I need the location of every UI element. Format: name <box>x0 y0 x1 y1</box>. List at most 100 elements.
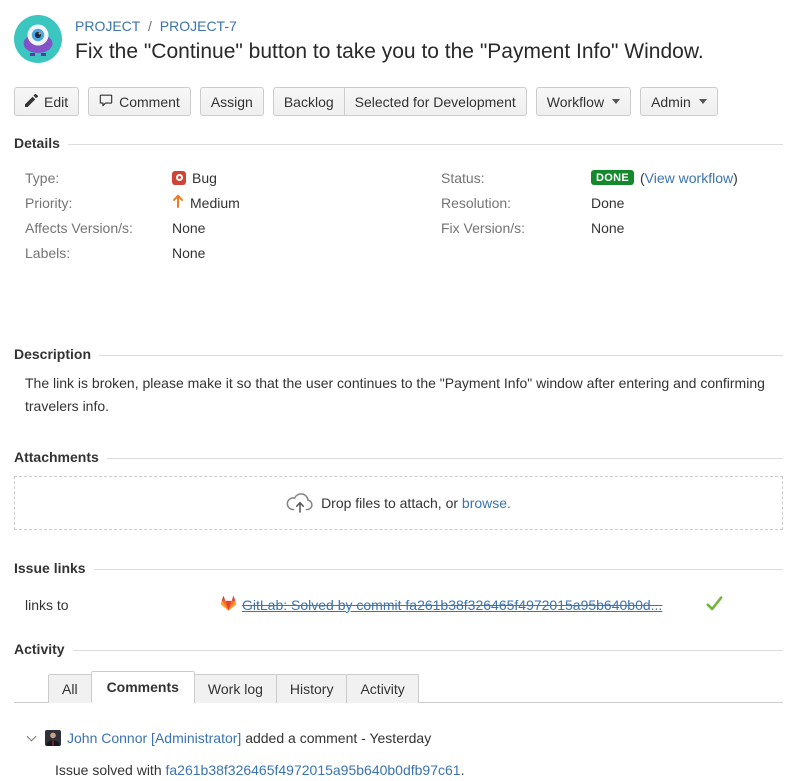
attachments-section: Attachments Drop files to attach, or bro… <box>14 449 783 530</box>
comment-meta: John Connor [Administrator] added a comm… <box>67 730 431 746</box>
section-rule <box>99 355 783 356</box>
activity-section-head: Activity <box>14 641 783 657</box>
edit-button[interactable]: Edit <box>14 87 79 116</box>
bug-icon <box>172 171 186 185</box>
view-workflow-link[interactable]: View workflow <box>645 170 733 186</box>
speech-bubble-icon <box>99 93 113 110</box>
workflow-button-label: Workflow <box>547 94 604 110</box>
collapse-chevron-icon[interactable] <box>27 731 37 741</box>
drop-files-text: Drop files to attach, or <box>321 495 458 511</box>
breadcrumb: PROJECT / PROJECT-7 <box>75 18 704 34</box>
details-heading: Details <box>14 135 60 151</box>
gitlab-link-wrap: GitLab: Solved by commit fa261b38f326465… <box>220 595 662 614</box>
admin-button-label: Admin <box>651 94 691 110</box>
issue-links-section-head: Issue links <box>14 560 783 576</box>
attachments-section-head: Attachments <box>14 449 783 465</box>
edit-button-label: Edit <box>44 94 68 110</box>
resolved-check-icon <box>706 596 723 614</box>
labels-row: Labels: None <box>14 240 430 265</box>
attachments-heading: Attachments <box>14 449 99 465</box>
tab-activity[interactable]: Activity <box>346 674 418 703</box>
details-grid: Type: Bug Priority: Medium <box>14 165 783 265</box>
backlog-button-label: Backlog <box>284 94 334 110</box>
labels-label: Labels: <box>25 245 172 261</box>
activity-tabs: All Comments Work log History Activity <box>14 670 783 703</box>
status-row: Status: DONE (View workflow) <box>430 165 783 190</box>
priority-medium-arrow-icon <box>172 194 184 211</box>
resolution-value: Done <box>591 195 624 211</box>
link-relation-label: links to <box>25 597 220 613</box>
priority-value: Medium <box>172 194 240 211</box>
toolbar: Edit Comment Assign Backlog Selected for… <box>14 87 783 116</box>
workflow-dropdown-button[interactable]: Workflow <box>536 87 631 116</box>
affects-version-row: Affects Version/s: None <box>14 215 430 240</box>
description-section: Description The link is broken, please m… <box>14 346 783 418</box>
header-text: PROJECT / PROJECT-7 Fix the "Continue" b… <box>75 15 704 64</box>
details-spacer <box>14 265 783 327</box>
priority-label: Priority: <box>25 195 172 211</box>
section-rule <box>107 458 783 459</box>
project-avatar-icon <box>14 15 62 63</box>
comment-body-suffix: . <box>461 762 465 778</box>
labels-value: None <box>172 245 205 261</box>
tab-work-log[interactable]: Work log <box>194 674 277 703</box>
priority-value-text: Medium <box>190 195 240 211</box>
issue-links-heading: Issue links <box>14 560 86 576</box>
comment-author-link[interactable]: John Connor [Administrator] <box>67 730 241 746</box>
issue-link-row: links to GitLab: Solved by commit fa261b… <box>14 595 783 614</box>
tab-all[interactable]: All <box>48 674 92 703</box>
user-avatar <box>45 730 61 746</box>
tab-comments[interactable]: Comments <box>91 671 195 703</box>
resolution-row: Resolution: Done <box>430 190 783 215</box>
section-rule <box>94 569 783 570</box>
pencil-icon <box>25 94 38 110</box>
status-badge: DONE <box>591 170 634 185</box>
activity-heading: Activity <box>14 641 65 657</box>
browse-link[interactable]: browse. <box>462 495 511 511</box>
affects-version-label: Affects Version/s: <box>25 220 172 236</box>
fix-version-label: Fix Version/s: <box>441 220 591 236</box>
admin-dropdown-button[interactable]: Admin <box>640 87 718 116</box>
commit-hash-link[interactable]: fa261b38f326465f4972015a95b640b0dfb97c61 <box>166 762 461 778</box>
assign-button-label: Assign <box>211 94 253 110</box>
status-value: DONE (View workflow) <box>591 170 738 186</box>
gitlab-commit-link[interactable]: GitLab: Solved by commit fa261b38f326465… <box>242 597 662 613</box>
issue-page: PROJECT / PROJECT-7 Fix the "Continue" b… <box>0 15 797 781</box>
fix-version-value: None <box>591 220 624 236</box>
type-label: Type: <box>25 170 172 186</box>
details-right-column: Status: DONE (View workflow) Resolution:… <box>430 165 783 265</box>
workflow-transition-group: Backlog Selected for Development <box>273 87 527 116</box>
affects-version-value: None <box>172 220 205 236</box>
paren-close: ) <box>733 170 738 186</box>
breadcrumb-project-link[interactable]: PROJECT <box>75 18 140 34</box>
details-section: Details Type: Bug Priority: <box>14 135 783 327</box>
backlog-button[interactable]: Backlog <box>273 87 345 116</box>
resolution-label: Resolution: <box>441 195 591 211</box>
tab-history[interactable]: History <box>276 674 348 703</box>
issue-title: Fix the "Continue" button to take you to… <box>75 40 704 64</box>
description-text: The link is broken, please make it so th… <box>14 372 782 418</box>
assign-button[interactable]: Assign <box>200 87 264 116</box>
section-rule <box>68 144 783 145</box>
comment-button[interactable]: Comment <box>88 87 191 116</box>
comment-body: Issue solved with fa261b38f326465f497201… <box>14 760 783 781</box>
section-rule <box>73 650 783 651</box>
priority-row: Priority: Medium <box>14 190 430 215</box>
comment-action-text: added a comment - Yesterday <box>245 730 431 746</box>
comment-button-label: Comment <box>119 94 180 110</box>
description-heading: Description <box>14 346 91 362</box>
upload-cloud-icon <box>286 491 313 516</box>
selected-for-development-label: Selected for Development <box>355 94 516 110</box>
comment-header: John Connor [Administrator] added a comm… <box>14 730 783 746</box>
issue-header: PROJECT / PROJECT-7 Fix the "Continue" b… <box>14 15 783 64</box>
issue-links-section: Issue links links to GitLab: Solved by c… <box>14 560 783 614</box>
selected-for-development-button[interactable]: Selected for Development <box>345 87 527 116</box>
breadcrumb-issue-link[interactable]: PROJECT-7 <box>160 18 237 34</box>
chevron-down-icon <box>699 99 707 104</box>
breadcrumb-separator: / <box>148 18 152 34</box>
dropzone-text: Drop files to attach, or browse. <box>321 495 511 511</box>
details-section-head: Details <box>14 135 783 151</box>
attachment-dropzone[interactable]: Drop files to attach, or browse. <box>14 476 783 530</box>
type-row: Type: Bug <box>14 165 430 190</box>
status-label: Status: <box>441 170 591 186</box>
